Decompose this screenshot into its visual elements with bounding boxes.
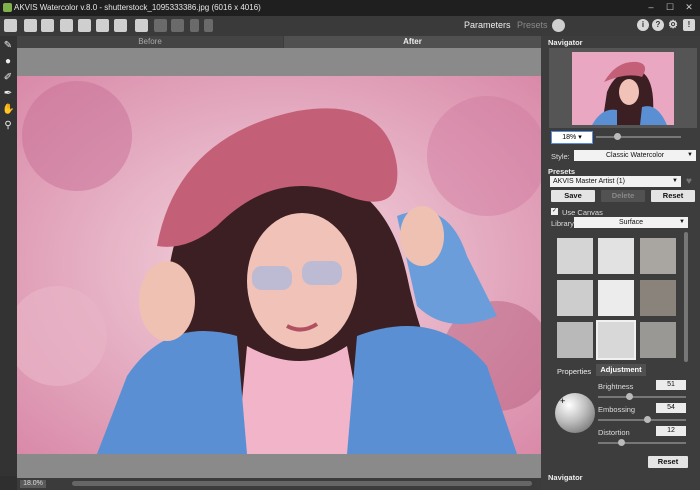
save-preset-button[interactable]: Save [551, 190, 595, 202]
brightness-value[interactable]: 51 [656, 380, 686, 390]
open-file-icon[interactable] [24, 19, 37, 32]
use-canvas-label: Use Canvas [562, 208, 603, 217]
texture-tile[interactable] [640, 238, 676, 274]
navigator-thumbnail[interactable] [572, 52, 674, 125]
zoom-value: 18% [562, 134, 577, 141]
texture-tile[interactable] [598, 238, 634, 274]
minimize-button[interactable]: – [644, 2, 658, 13]
tools-panel: ✎ ● ✐ ✒ ✋ ⚲ [0, 36, 17, 476]
parameters-tab[interactable]: Parameters [464, 20, 511, 30]
zoom-status[interactable]: 18.0% [20, 480, 46, 488]
distortion-value[interactable]: 12 [656, 426, 686, 436]
library-dropdown[interactable]: Surface ▼ [574, 217, 688, 228]
texture-tile[interactable] [557, 322, 593, 358]
heart-icon[interactable]: ♥ [686, 176, 692, 187]
embossing-slider[interactable] [598, 419, 686, 421]
redo-icon[interactable] [204, 19, 213, 32]
help-icon[interactable]: ? [652, 19, 664, 31]
smudge-tool-icon[interactable]: ✐ [2, 72, 14, 84]
style-value: Classic Watercolor [605, 152, 665, 159]
distortion-slider[interactable] [598, 442, 686, 444]
delete-preset-button[interactable]: Delete [601, 190, 645, 202]
brush-tool-icon[interactable]: ✎ [2, 40, 14, 52]
brightness-knob[interactable] [626, 393, 633, 400]
notification-icon[interactable]: ! [683, 19, 695, 31]
embossing-knob[interactable] [644, 416, 651, 423]
tab-properties[interactable]: Properties [557, 367, 591, 376]
tab-adjustment[interactable]: Adjustment [596, 364, 646, 376]
hand-tool-icon[interactable]: ✋ [2, 104, 14, 116]
brightness-slider[interactable] [598, 396, 686, 398]
light-source-icon[interactable]: + [560, 396, 565, 406]
undo-icon[interactable] [190, 19, 199, 32]
chevron-down-icon: ▼ [687, 152, 693, 158]
gear-icon[interactable]: ⚙ [667, 19, 679, 31]
watercolor-image[interactable] [17, 76, 541, 454]
style-dropdown[interactable]: Classic Watercolor ▼ [574, 150, 696, 161]
maximize-button[interactable]: ☐ [663, 2, 677, 13]
share-icon[interactable] [96, 19, 109, 32]
preset-value: AKVIS Master Artist (1) [553, 178, 625, 185]
chevron-down-icon: ▾ [578, 134, 582, 141]
zoom-tool-icon[interactable]: ⚲ [2, 120, 14, 132]
tab-after[interactable]: After [284, 36, 541, 48]
horizontal-scrollbar[interactable] [72, 481, 532, 486]
texture-tile[interactable] [557, 238, 593, 274]
embossing-value[interactable]: 54 [656, 403, 686, 413]
presets-tab[interactable]: Presets [517, 20, 548, 30]
info-icon[interactable]: i [637, 19, 649, 31]
zoom-slider-knob[interactable] [614, 133, 621, 140]
library-label: Library [551, 219, 574, 228]
bottom-navigator-title: Navigator [548, 473, 583, 482]
library-scrollbar[interactable] [684, 232, 688, 362]
layers-icon[interactable] [154, 19, 167, 32]
settings-tool-icon[interactable] [114, 19, 127, 32]
distortion-label: Distortion [598, 428, 630, 437]
texture-tile-selected[interactable] [596, 320, 636, 360]
texture-tile[interactable] [640, 280, 676, 316]
texture-tile[interactable] [640, 322, 676, 358]
presets-title: Presets [548, 167, 576, 176]
distortion-knob[interactable] [618, 439, 625, 446]
chevron-down-icon: ▼ [679, 219, 685, 225]
toolbar: Parameters Presets i ? ⚙ ! [0, 16, 700, 36]
chevron-down-icon: ▼ [672, 178, 678, 184]
eyedropper-icon[interactable]: ✒ [2, 88, 14, 100]
brightness-label: Brightness [598, 382, 634, 391]
run-icon[interactable] [552, 19, 565, 32]
embossing-label: Embossing [598, 405, 636, 414]
library-value: Surface [618, 219, 644, 226]
print-icon[interactable] [60, 19, 73, 32]
reset-preset-button[interactable]: Reset [651, 190, 695, 202]
zoom-slider[interactable] [596, 136, 681, 138]
style-label: Style: [551, 152, 570, 161]
batch-icon[interactable] [78, 19, 91, 32]
app-logo-icon [3, 3, 12, 12]
title-bar: AKVIS Watercolor v.8.0 - shutterstock_10… [0, 0, 700, 16]
enhance-icon[interactable] [135, 19, 148, 32]
copy-icon[interactable] [171, 19, 184, 32]
drop-tool-icon[interactable]: ● [2, 56, 14, 68]
zoom-select[interactable]: 18% ▾ [551, 131, 593, 144]
reset-adjustment-button[interactable]: Reset [648, 456, 688, 468]
texture-tile[interactable] [557, 280, 593, 316]
navigator-title: Navigator [548, 38, 583, 47]
save-file-icon[interactable] [41, 19, 54, 32]
tab-before[interactable]: Before [17, 36, 283, 48]
window-title: AKVIS Watercolor v.8.0 - shutterstock_10… [14, 3, 261, 12]
use-canvas-checkbox[interactable]: ✓ [551, 208, 558, 215]
close-button[interactable]: ✕ [682, 2, 696, 13]
home-icon[interactable] [4, 19, 17, 32]
preset-dropdown[interactable]: AKVIS Master Artist (1) ▼ [550, 176, 681, 187]
texture-tile[interactable] [598, 280, 634, 316]
